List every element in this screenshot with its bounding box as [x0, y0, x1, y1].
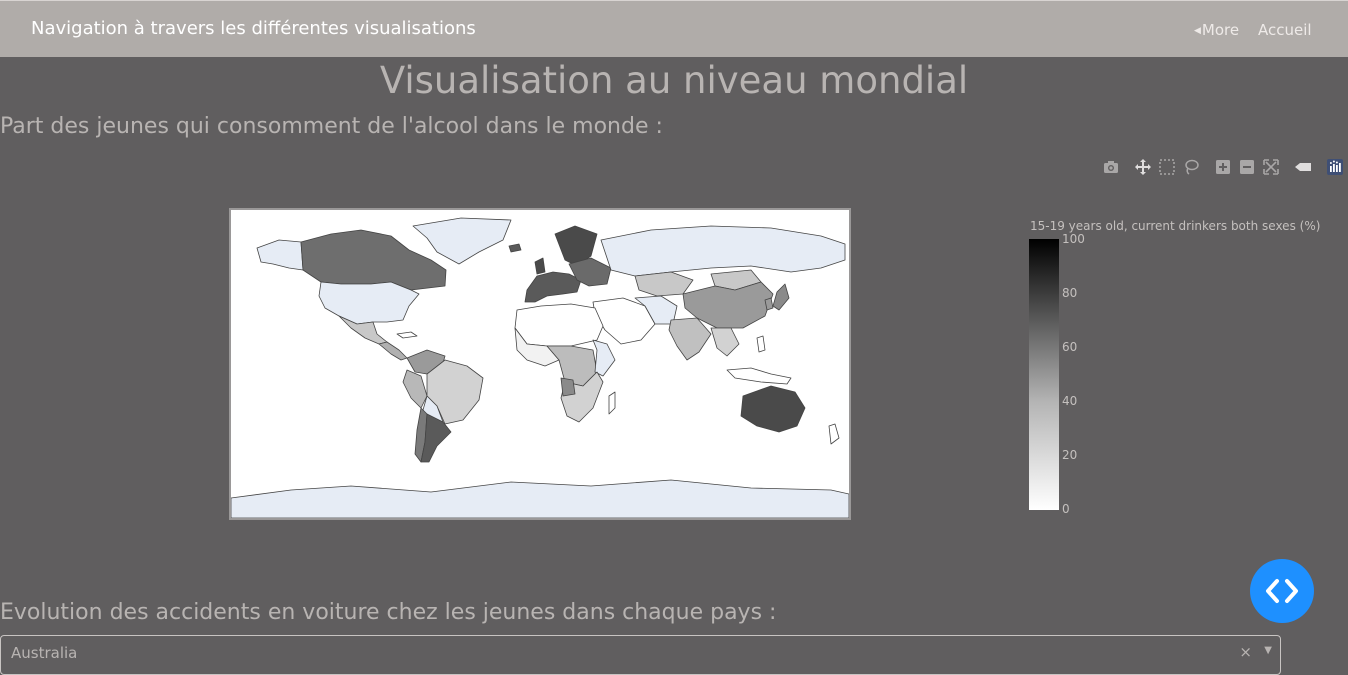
plotly-logo-icon[interactable] — [1325, 157, 1345, 177]
colorbar-gradient — [1029, 239, 1059, 510]
reset-icon[interactable] — [1261, 157, 1281, 177]
colorbar-tick: 20 — [1062, 448, 1078, 462]
page-title: Visualisation au niveau mondial — [379, 59, 969, 102]
dev-tools-button[interactable] — [1250, 559, 1314, 623]
country-angola[interactable] — [560, 377, 576, 397]
clear-icon[interactable]: × — [1239, 643, 1252, 661]
country-dropdown[interactable]: Australia × ▼ — [0, 635, 1281, 675]
nav-more-label: More — [1201, 21, 1240, 39]
colorbar-tick: 60 — [1062, 340, 1078, 354]
country-north-africa[interactable] — [514, 303, 604, 347]
hover-icon[interactable] — [1293, 157, 1313, 177]
world-map-svg[interactable] — [231, 210, 849, 518]
colorbar-tick: 80 — [1062, 286, 1078, 300]
nav-more-link[interactable]: ◀More — [1194, 21, 1239, 39]
lasso-icon[interactable] — [1181, 157, 1201, 177]
world-choropleth-map[interactable] — [229, 208, 851, 520]
colorbar-tick: 40 — [1062, 394, 1078, 408]
pan-icon[interactable] — [1133, 157, 1153, 177]
navbar-brand[interactable]: Navigation à travers les différentes vis… — [31, 18, 476, 39]
map-section-title: Part des jeunes qui consomment de l'alco… — [0, 114, 663, 139]
dropdown-selected-value: Australia — [11, 644, 78, 662]
chevron-down-icon[interactable]: ▼ — [1264, 645, 1272, 656]
colorbar-title: 15-19 years old, current drinkers both s… — [1030, 219, 1321, 233]
nav-home-link[interactable]: Accueil — [1258, 21, 1312, 39]
colorbar-tick: 100 — [1062, 232, 1085, 246]
plot-modebar — [1100, 157, 1348, 177]
navbar: Navigation à travers les différentes vis… — [0, 0, 1348, 57]
caret-left-icon: ◀ — [1194, 26, 1201, 36]
zoom-out-icon[interactable] — [1237, 157, 1257, 177]
accidents-section-title: Evolution des accidents en voiture chez … — [0, 600, 777, 625]
colorbar-tick: 0 — [1062, 502, 1070, 516]
zoom-in-icon[interactable] — [1213, 157, 1233, 177]
box-select-icon[interactable] — [1157, 157, 1177, 177]
code-brackets-icon — [1266, 579, 1298, 603]
camera-icon[interactable] — [1101, 157, 1121, 177]
